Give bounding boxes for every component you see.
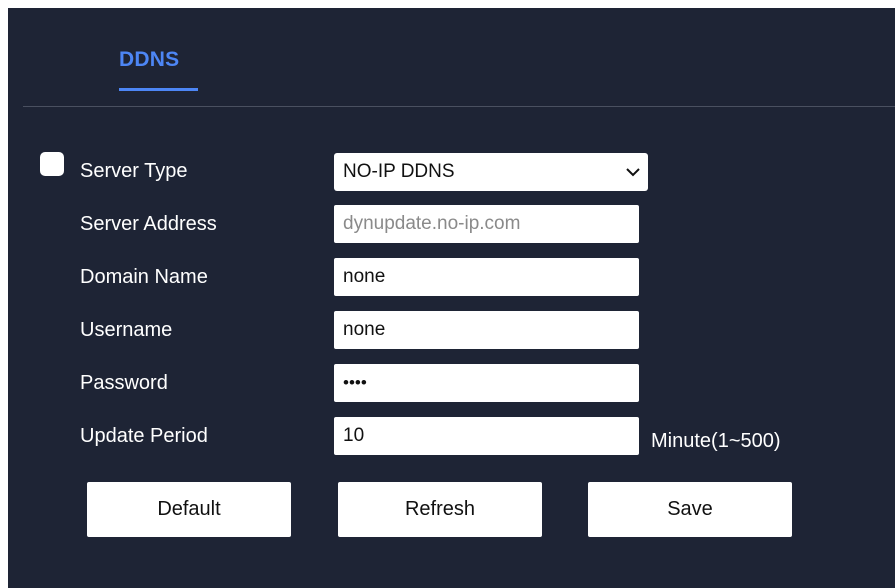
- active-tab-indicator: [119, 88, 198, 91]
- server-type-value: NO-IP DDNS: [343, 161, 455, 182]
- default-button[interactable]: Default: [87, 482, 291, 537]
- enable-ddns-checkbox[interactable]: [40, 152, 64, 176]
- update-period-unit: Minute(1~500): [651, 430, 781, 452]
- refresh-button[interactable]: Refresh: [338, 482, 542, 537]
- password-field[interactable]: ••••: [334, 364, 639, 402]
- username-label: Username: [80, 319, 173, 341]
- ddns-settings-panel: DDNS Server Type NO-IP DDNS Server Addre…: [8, 8, 895, 588]
- chevron-down-icon: [626, 168, 640, 177]
- server-address-label: Server Address: [80, 213, 217, 235]
- update-period-field[interactable]: 10: [334, 417, 639, 455]
- domain-name-label: Domain Name: [80, 266, 208, 288]
- password-label: Password: [80, 372, 168, 394]
- domain-name-field[interactable]: none: [334, 258, 639, 296]
- username-field[interactable]: none: [334, 311, 639, 349]
- save-button[interactable]: Save: [588, 482, 792, 537]
- update-period-label: Update Period: [80, 425, 208, 447]
- server-type-select[interactable]: NO-IP DDNS: [334, 153, 648, 191]
- server-type-label: Server Type: [80, 160, 188, 182]
- header-divider: [23, 106, 895, 107]
- tab-ddns[interactable]: DDNS: [119, 48, 179, 72]
- server-address-field[interactable]: dynupdate.no-ip.com: [334, 205, 639, 243]
